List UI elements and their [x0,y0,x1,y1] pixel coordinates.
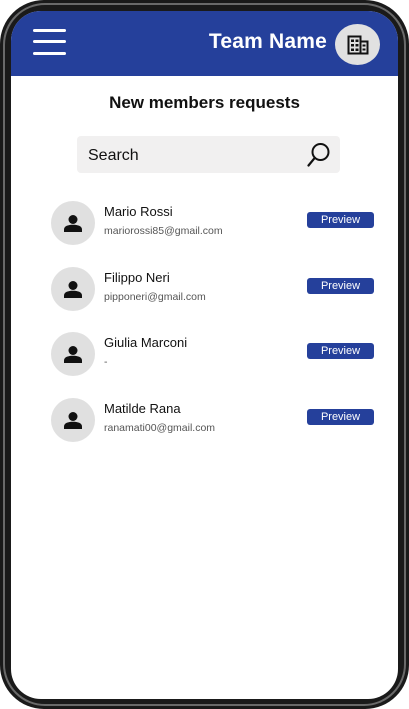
person-icon [64,411,82,429]
page-title: New members requests [109,93,300,112]
member-name: Mario Rossi [104,204,173,219]
app-header: Team Name [11,11,398,76]
person-icon [64,280,82,298]
request-row: Giulia Marconi - Preview [51,332,374,378]
avatar [51,267,95,311]
avatar [51,332,95,376]
preview-button[interactable]: Preview [307,409,374,425]
team-name: Team Name [208,30,327,53]
search-icon[interactable] [307,142,331,168]
member-name: Filippo Neri [104,270,170,285]
request-row: Matilde Rana ranamati00@gmail.com Previe… [51,398,374,444]
search-input[interactable] [86,136,300,175]
building-icon [347,35,368,54]
search-bar [77,136,340,175]
person-icon [64,345,82,363]
preview-button[interactable]: Preview [307,343,374,359]
preview-button[interactable]: Preview [307,212,374,228]
preview-button[interactable]: Preview [307,278,374,294]
request-row: Filippo Neri pipponeri@gmail.com Preview [51,267,374,313]
avatar [51,201,95,245]
team-avatar-button[interactable] [335,24,380,65]
person-icon [64,214,82,232]
request-row: Mario Rossi mariorossi85@gmail.com Previ… [51,201,374,247]
member-email: ranamati00@gmail.com [104,422,216,434]
member-name: Giulia Marconi [104,335,188,350]
member-email: pipponeri@gmail.com [104,291,206,303]
member-email: mariorossi85@gmail.com [104,225,223,237]
member-email: - [104,356,108,368]
avatar [51,398,95,442]
app-screen: Team Name New members requests Search Ma… [11,11,398,699]
phone-frame: Team Name New members requests Search Ma… [0,0,409,709]
member-name: Matilde Rana [104,401,181,416]
hamburger-menu-icon[interactable] [33,28,66,56]
